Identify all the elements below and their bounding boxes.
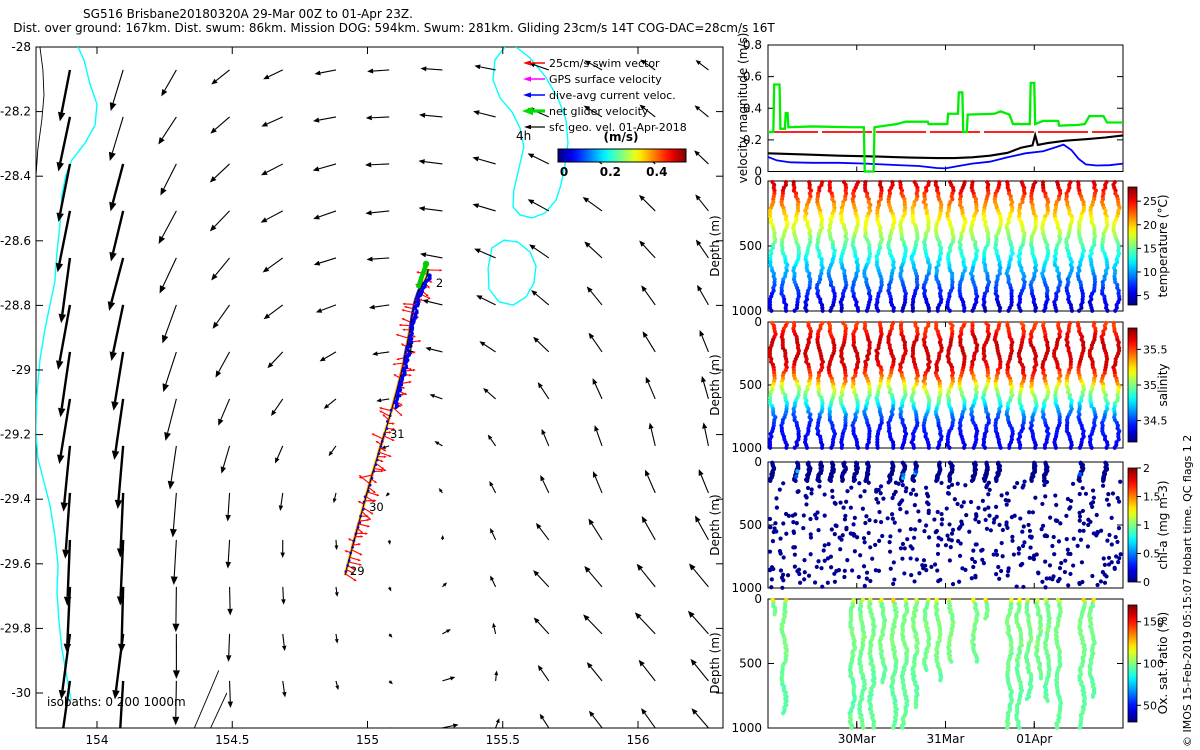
track-day-labels: 29 30 31 1 2 <box>350 276 443 578</box>
date-tick-label: 31Mar <box>927 732 965 746</box>
map-y-tick-label: -29.2 <box>0 428 31 442</box>
colorbar-tick-label: 20 <box>1143 219 1157 232</box>
colorbar-tick-label: 35.5 <box>1143 343 1168 356</box>
map-x-tick-label: 154 <box>86 733 109 747</box>
date-tick-label: 30Mar <box>838 732 876 746</box>
oxygen-depth-label: Depth (m) <box>708 632 722 693</box>
colorbar-tick-label: 34.5 <box>1143 415 1168 428</box>
colorbar-tick-label: 2 <box>1143 462 1150 475</box>
salinity-scatter-points <box>768 321 1121 450</box>
legend-item-label: 25cm/s swim vector <box>549 57 660 70</box>
temperature-panel: 05001000510152025 <box>731 174 1157 318</box>
map-axes: 154 154.5 155 155.5 156 -28 -28.2 -28.4 -28.6 -28… <box>0 40 723 747</box>
map-x-tick-label: 154.5 <box>215 733 249 747</box>
swim-vector-hairs <box>344 269 442 581</box>
depth-tick-label: 1000 <box>731 441 762 455</box>
depth-tick-label: 500 <box>739 657 762 671</box>
map-x-tick-label: 155.5 <box>486 733 520 747</box>
temperature-colorbar-label: temperature (°C) <box>1156 195 1170 298</box>
colorbar-tick-label: 10 <box>1143 266 1157 279</box>
colorbar-tick-label: 25 <box>1143 195 1157 208</box>
oxygen-panel: 0500100030Mar31Mar01Apr50100150 <box>731 592 1164 746</box>
legend-dive-avg-current-arrow-icon <box>523 92 545 97</box>
temperature-scatter-points <box>768 180 1122 313</box>
legend-colorbar-tick-label: 0 <box>560 165 568 179</box>
figure-title: SG516 Brisbane20180320A 29-Mar 00Z to 01… <box>83 7 413 21</box>
chla-colorbar-label: chl-a (mg m-3) <box>1156 480 1170 569</box>
timeseries-panels: 00.20.40.60.8050010005101520250500100034… <box>731 38 1167 746</box>
depth-tick-label: 0 <box>754 592 762 606</box>
salinity-depth-label: Depth (m) <box>708 354 722 415</box>
oxygen-scatter-points <box>771 598 1097 730</box>
imos-watermark: © IMOS 15-Feb-2019 05:15:07 Hobart time.… <box>1181 435 1194 747</box>
figure-subtitle: Dist. over ground: 167km. Dist. swum: 86… <box>13 21 775 35</box>
map-y-tick-label: -28.8 <box>0 298 31 312</box>
legend-item-label: dive-avg current veloc. <box>549 89 676 102</box>
glider-mission-figure: SG516 Brisbane20180320A 29-Mar 00Z to 01… <box>0 0 1200 750</box>
depth-tick-label: 0 <box>754 455 762 469</box>
legend-colorbar-tick-label: 0.4 <box>646 165 667 179</box>
glider-track <box>344 261 442 581</box>
legend-colorbar: 0 0.2 0.4 <box>558 149 686 179</box>
colorbar-tick-label: 35 <box>1143 379 1157 392</box>
chla-scatter-points <box>768 461 1123 590</box>
depth-tick-label: 500 <box>739 518 762 532</box>
colorbar-tick-label: 1 <box>1143 519 1150 532</box>
map-y-tick-label: -28.2 <box>0 105 31 119</box>
velocity-series <box>768 83 1123 172</box>
oxygen-colorbar-label: Ox. sat. ratio (%) <box>1156 612 1170 714</box>
date-tick-label: 01Apr <box>1016 732 1052 746</box>
coastline <box>36 47 568 700</box>
track-day-label: 2 <box>436 276 443 290</box>
track-day-label: 31 <box>390 427 405 441</box>
map-y-tick-label: -29.8 <box>0 621 31 635</box>
current-vector-field <box>56 60 709 750</box>
chla-panel: 0500100000.511.52 <box>731 455 1160 595</box>
legend-colorbar-title: (m/s) <box>604 130 639 144</box>
chla-depth-label: Depth (m) <box>708 494 722 555</box>
isobaths-note: isobaths: 0 200 1000m <box>47 695 186 709</box>
velocity-ylabel: velocity magnitude (m/s) <box>736 33 750 184</box>
legend-item-label: net glider velocity <box>549 105 649 118</box>
salinity-colorbar-label: salinity <box>1156 363 1170 406</box>
map-x-tick-label: 156 <box>627 733 650 747</box>
depth-tick-label: 1000 <box>731 721 762 735</box>
colorbar-tick-label: 50 <box>1143 699 1157 712</box>
map-y-tick-label: -28.4 <box>0 169 31 183</box>
track-day-label: 30 <box>369 500 384 514</box>
legend-colorbar-tick-label: 0.2 <box>600 165 621 179</box>
map-y-tick-label: -29.4 <box>0 492 31 506</box>
legend-item-label: GPS surface velocity <box>549 73 662 86</box>
salinity-panel: 0 500 1000 34.5 35 35.5 <box>731 315 1167 455</box>
track-day-label: 29 <box>350 564 365 578</box>
map-y-tick-label: -28.6 <box>0 234 31 248</box>
colorbar-tick-label: 15 <box>1143 242 1157 255</box>
map-y-tick-label: -30 <box>11 686 31 700</box>
depth-tick-label: 0 <box>754 315 762 329</box>
legend-scale-label: 4h <box>516 129 531 143</box>
depth-tick-label: 500 <box>739 378 762 392</box>
velocity-panel: 00.20.40.60.8 <box>743 38 1123 179</box>
map-y-tick-label: -28 <box>11 40 31 54</box>
colorbar-tick-label: 0 <box>1143 576 1150 589</box>
map-y-tick-label: -29 <box>11 363 31 377</box>
map-y-tick-label: -29.6 <box>0 557 31 571</box>
track-day-label: 1 <box>407 341 414 355</box>
depth-tick-label: 0 <box>754 174 762 188</box>
colorbar-tick-label: 5 <box>1143 290 1150 303</box>
legend-gps-velocity-arrow-icon <box>523 76 545 81</box>
temperature-depth-label: Depth (m) <box>708 215 722 276</box>
depth-tick-label: 500 <box>739 239 762 253</box>
map-x-tick-label: 155 <box>356 733 379 747</box>
figure-canvas: SG516 Brisbane20180320A 29-Mar 00Z to 01… <box>0 0 1200 750</box>
